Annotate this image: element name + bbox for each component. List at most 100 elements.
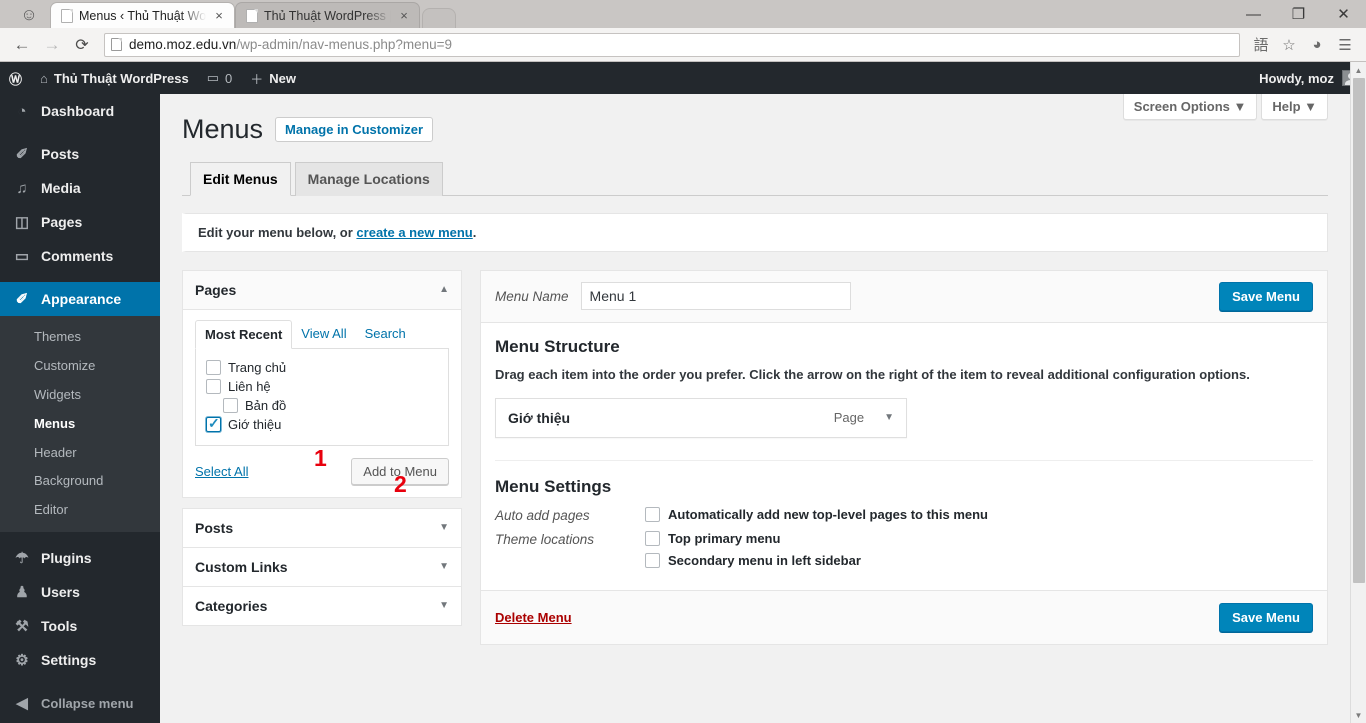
delete-menu-link[interactable]: Delete Menu: [495, 610, 572, 625]
manage-in-customizer-button[interactable]: Manage in Customizer: [275, 117, 434, 142]
sidebar-item-appearance[interactable]: ✐ Appearance: [0, 282, 160, 316]
wp-logo-icon[interactable]: Ⓦ: [0, 62, 31, 94]
sidebar-item-users[interactable]: ♟ Users: [0, 575, 160, 609]
auto-add-pages-checkbox[interactable]: [645, 506, 660, 522]
custom-links-metabox-header[interactable]: Custom Links ▼: [183, 547, 461, 586]
sidebar-item-tools-label: Tools: [41, 618, 78, 635]
theme-location-option-secondary[interactable]: Secondary menu in left sidebar: [645, 552, 861, 568]
theme-location-option-primary[interactable]: Top primary menu: [645, 530, 861, 546]
new-content-link[interactable]: ＋ New: [241, 62, 305, 94]
pin-icon: ✐: [15, 146, 29, 163]
theme-location-checkbox[interactable]: [645, 552, 660, 568]
menu-name-label: Menu Name: [495, 288, 569, 304]
save-menu-button-bottom[interactable]: Save Menu: [1219, 602, 1313, 632]
tab-view-all[interactable]: View All: [292, 320, 355, 348]
sidebar-item-settings[interactable]: ⚙ Settings: [0, 643, 160, 677]
menu-item-row[interactable]: Giớ thiệu Page ▼: [495, 397, 907, 438]
browser-tab-2-close-icon[interactable]: ×: [397, 9, 411, 22]
create-new-menu-link[interactable]: create a new menu: [356, 225, 472, 240]
reload-icon[interactable]: ⟳: [68, 31, 96, 59]
list-item[interactable]: Bản đồ: [206, 396, 438, 415]
window-minimize-icon[interactable]: —: [1231, 0, 1276, 28]
tab-edit-menus[interactable]: Edit Menus: [190, 162, 291, 196]
wp-admin-bar: Ⓦ ⌂ Thủ Thuật WordPress ▭ 0 ＋ New Howdy,…: [0, 62, 1366, 94]
scrollbar-up-icon[interactable]: ▲: [1351, 62, 1366, 78]
sidebar-item-tools[interactable]: ⚒ Tools: [0, 609, 160, 643]
page-scrollbar[interactable]: ▲ ▼: [1350, 62, 1366, 723]
chevron-down-icon[interactable]: ▼: [884, 412, 894, 423]
help-button[interactable]: Help ▼: [1261, 94, 1328, 120]
tab-search[interactable]: Search: [356, 320, 415, 348]
sidebar-item-widgets[interactable]: Widgets: [0, 381, 160, 410]
tab-manage-locations[interactable]: Manage Locations: [294, 162, 443, 196]
theme-location-checkbox[interactable]: [645, 530, 660, 546]
menu-settings-heading: Menu Settings: [495, 476, 612, 496]
save-menu-button-top[interactable]: Save Menu: [1219, 281, 1313, 311]
list-item[interactable]: Liên hệ: [206, 377, 438, 396]
page-checkbox[interactable]: [223, 397, 238, 413]
collapse-menu-button[interactable]: ◀ Collapse menu: [0, 686, 160, 720]
categories-metabox-header[interactable]: Categories ▼: [183, 586, 461, 625]
tab-most-recent[interactable]: Most Recent: [195, 319, 293, 349]
address-bar[interactable]: demo.moz.edu.vn/wp-admin/nav-menus.php?m…: [104, 32, 1240, 57]
sidebar-divider: [0, 532, 160, 541]
translate-icon[interactable]: 語: [1248, 32, 1274, 58]
posts-metabox-header[interactable]: Posts ▼: [183, 508, 461, 547]
comment-bubble-icon: ▭: [206, 70, 219, 85]
pages-tab-row: Most Recent View All Search: [195, 319, 449, 349]
page-checkbox[interactable]: [206, 415, 221, 432]
bookmark-star-icon[interactable]: ☆: [1276, 32, 1302, 58]
scrollbar-thumb[interactable]: [1353, 78, 1365, 583]
sidebar-item-plugins[interactable]: ☂ Plugins: [0, 541, 160, 575]
comments-link[interactable]: ▭ 0: [198, 62, 242, 94]
window-maximize-icon[interactable]: ❐: [1276, 0, 1321, 28]
browser-tab-2[interactable]: Thủ Thuật WordPress | Jus ×: [235, 2, 420, 28]
forward-icon[interactable]: →: [38, 31, 66, 59]
list-item[interactable]: Trang chủ: [206, 358, 438, 377]
sidebar-item-comments[interactable]: ▭ Comments: [0, 239, 160, 273]
sidebar-item-themes[interactable]: Themes: [0, 323, 160, 352]
menu-name-input[interactable]: [580, 282, 851, 311]
chevron-up-icon[interactable]: ▲: [439, 284, 449, 295]
sidebar-item-media[interactable]: ♫ Media: [0, 171, 160, 205]
sidebar-item-dashboard[interactable]: ◔ Dashboard: [0, 94, 160, 128]
browser-tab-1-close-icon[interactable]: ×: [212, 9, 226, 22]
back-icon[interactable]: ←: [8, 31, 36, 59]
sidebar-item-customize[interactable]: Customize: [0, 352, 160, 381]
page-checkbox[interactable]: [206, 359, 221, 375]
chevron-down-icon[interactable]: ▼: [439, 522, 449, 533]
menu-structure-heading: Menu Structure: [495, 336, 620, 356]
sidebar-item-background[interactable]: Background: [0, 467, 160, 496]
screen-options-button[interactable]: Screen Options ▼: [1122, 94, 1258, 120]
sidebar-item-header[interactable]: Header: [0, 439, 160, 468]
comment-icon: ▭: [14, 248, 30, 265]
chevron-down-icon[interactable]: ▼: [439, 561, 449, 572]
window-close-icon[interactable]: ✕: [1321, 0, 1366, 28]
pages-metabox-header[interactable]: Pages ▲: [183, 270, 461, 310]
brush-icon: ✐: [15, 291, 29, 308]
sidebar-item-pages[interactable]: ◫ Pages: [0, 205, 160, 239]
sidebar-item-menus[interactable]: Menus: [0, 410, 160, 439]
site-name-link[interactable]: ⌂ Thủ Thuật WordPress: [31, 62, 198, 94]
page-checkbox[interactable]: [206, 378, 221, 394]
categories-metabox-title: Categories: [195, 597, 268, 614]
tab-strip: ☺ Menus ‹ Thủ Thuật WordP × Thủ Thuật Wo…: [0, 0, 1366, 28]
profile-icon[interactable]: ◕: [1304, 32, 1330, 58]
pages-metabox-title: Pages: [195, 281, 237, 298]
content-inner: Menus Manage in Customizer Edit Menus Ma…: [160, 94, 1366, 645]
theme-locations-options: Top primary menu Secondary menu in left …: [645, 530, 861, 568]
url-domain: demo.moz.edu.vn: [129, 37, 237, 52]
browser-tab-1[interactable]: Menus ‹ Thủ Thuật WordP ×: [50, 2, 235, 28]
sidebar-item-users-label: Users: [41, 584, 80, 601]
collapse-menu-label: Collapse menu: [41, 695, 134, 711]
sidebar-item-editor[interactable]: Editor: [0, 496, 160, 525]
sidebar-item-posts[interactable]: ✐ Posts: [0, 137, 160, 171]
new-tab-button[interactable]: [422, 8, 456, 28]
auto-add-pages-option[interactable]: Automatically add new top-level pages to…: [645, 506, 988, 522]
list-item[interactable]: Giớ thiệu: [206, 415, 438, 434]
chevron-down-icon[interactable]: ▼: [439, 600, 449, 611]
page-favicon-icon: [246, 8, 258, 23]
scrollbar-down-icon[interactable]: ▼: [1351, 707, 1366, 723]
browser-menu-icon[interactable]: ☰: [1332, 32, 1358, 58]
select-all-link[interactable]: Select All: [195, 464, 248, 479]
